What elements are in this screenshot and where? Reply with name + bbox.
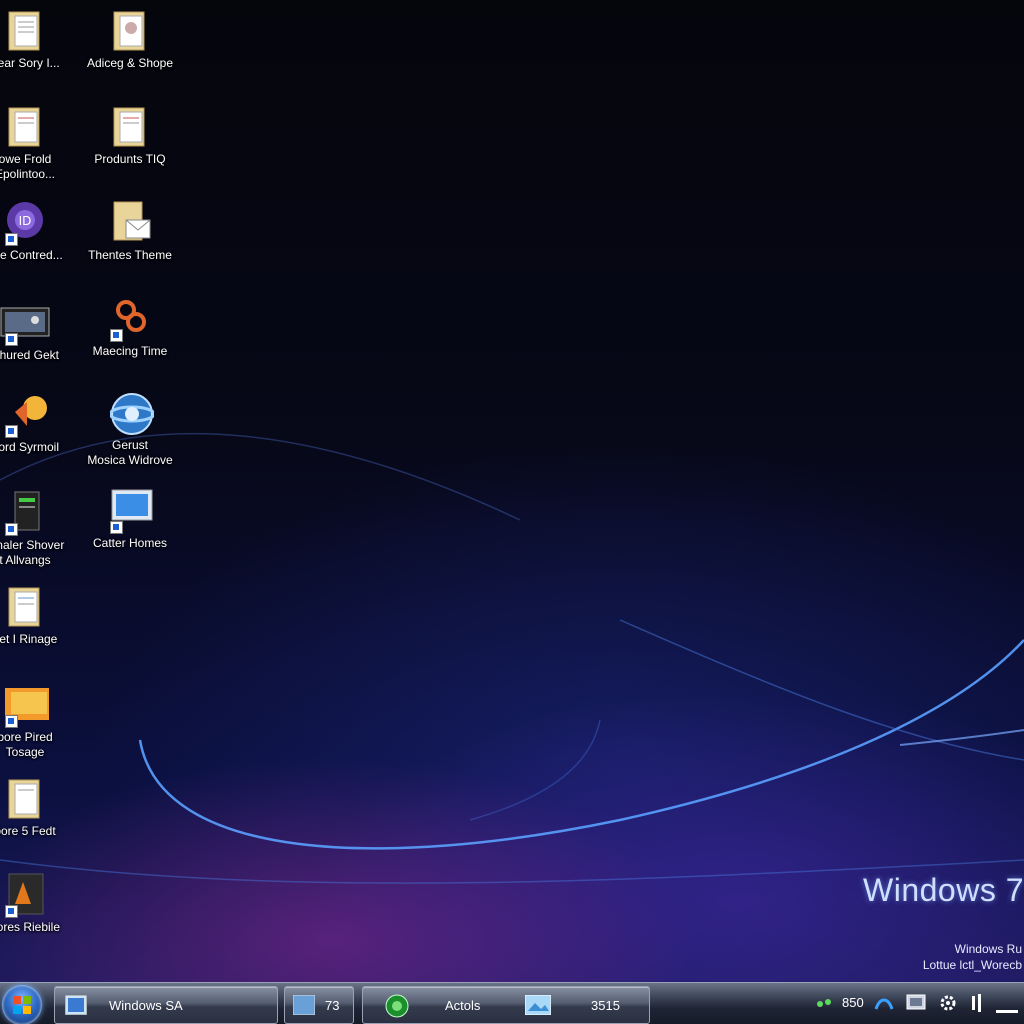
control-app-icon: ID <box>5 200 45 246</box>
desktop-icon-label: Fear Sory I... <box>0 56 60 70</box>
volume-icon[interactable] <box>968 993 988 1016</box>
folder-icon <box>5 776 45 820</box>
shortcut-arrow-icon <box>110 329 123 342</box>
desktop-icon-label: eve Contred... <box>0 248 63 262</box>
desktop-icon-12[interactable]: Catter Homes <box>85 488 175 551</box>
desktop-icon-label: Vord Syrmoil <box>0 440 60 454</box>
desktop-icon-label: owe Frold Epolintoo... <box>0 152 56 181</box>
taskbar-button-label: 73 <box>325 998 340 1013</box>
taskbar-button-73[interactable]: 73 <box>284 986 354 1024</box>
desktop-icon-10[interactable]: Gerust Mosica Widrove <box>85 390 175 468</box>
image-icon <box>524 994 552 1016</box>
desktop-icon-15[interactable]: oore 5 Fedt <box>0 776 70 839</box>
folder-mail-icon <box>110 200 151 244</box>
desktop-icon-label: Produnts TIQ <box>94 152 166 166</box>
desktop-icon-label: ichured Gekt <box>0 348 60 362</box>
display-icon[interactable] <box>874 993 894 1016</box>
show-desktop-icon[interactable] <box>996 1002 1018 1017</box>
media-app-icon <box>5 392 47 438</box>
desktop-icon-label: bore Pired Tosage <box>0 730 53 759</box>
taskbar-button-windows[interactable]: Windows SA <box>54 986 278 1024</box>
shortcut-arrow-icon <box>5 523 18 536</box>
folder-icon <box>5 8 45 52</box>
desktop-icon-2[interactable]: Adiceg & Shope <box>85 8 175 71</box>
windows-logo-icon <box>2 985 42 1024</box>
app-icon <box>64 994 88 1016</box>
start-button[interactable] <box>0 983 46 1024</box>
shortcut-arrow-icon <box>110 521 123 534</box>
taskbar-button-label: 3515 <box>591 998 620 1013</box>
desktop[interactable]: Fear Sory I... owe Frold Epolintoo... ID… <box>0 0 1024 982</box>
taskbar: Windows SA 73 Actols 3515 850 <box>0 982 1024 1024</box>
desktop-icon-14[interactable]: bore Pired Tosage <box>0 682 70 760</box>
desktop-icon-5[interactable]: ID eve Contred... <box>0 200 70 263</box>
taskbar-button-label: Actols <box>445 998 481 1013</box>
shortcut-arrow-icon <box>5 425 18 438</box>
picture-viewer-icon <box>0 300 50 346</box>
desktop-icon-9[interactable]: Vord Syrmoil <box>0 392 70 455</box>
device-icon <box>5 490 45 536</box>
shortcut-arrow-icon <box>5 233 18 246</box>
game-icon <box>5 872 45 918</box>
desktop-icon-8[interactable]: Maecing Time <box>85 296 175 359</box>
app-icon <box>292 994 316 1016</box>
folder-icon <box>5 104 45 148</box>
windows-brand-text: Windows 7 <box>863 872 1024 908</box>
shortcut-arrow-icon <box>5 333 18 346</box>
taskbar-button-group[interactable]: Actols 3515 <box>362 986 650 1024</box>
desktop-icon-4[interactable]: Produnts TIQ <box>85 104 175 167</box>
desktop-icon-label: oore 5 Fedt <box>0 824 56 838</box>
browser-icon <box>108 390 156 435</box>
desktop-icon-label: Catter Homes <box>92 536 168 550</box>
desktop-icon-label: Adiceg & Shope <box>86 56 174 70</box>
desktop-icon-11[interactable]: Sinaler Shover t Allvangs <box>0 490 70 568</box>
system-tray: 850 <box>804 983 1024 1024</box>
desktop-icon-label: Thentes Theme <box>88 248 172 262</box>
brand-subtext-line-1: Windows Ru <box>954 942 1022 956</box>
desktop-icon-label: bet I Rinage <box>0 632 58 646</box>
network-icon[interactable] <box>816 996 832 1013</box>
desktop-icon-6[interactable]: Thentes Theme <box>85 200 175 263</box>
monitor-tray-icon[interactable] <box>906 993 926 1016</box>
gear-icon[interactable] <box>938 993 958 1016</box>
link-icon <box>110 296 150 342</box>
taskbar-button-label: Windows SA <box>109 998 183 1013</box>
brand-subtext-line-2: Lottue lctl_Worecb <box>922 958 1022 972</box>
desktop-icon-label: oores Riebile <box>0 920 61 934</box>
desktop-icon-16[interactable]: oores Riebile <box>0 872 70 935</box>
folder-icon <box>5 682 49 728</box>
desktop-icon-label: Sinaler Shover t Allvangs <box>0 538 65 567</box>
folder-icon <box>110 104 150 148</box>
folder-icon <box>5 584 45 628</box>
tray-counter[interactable]: 850 <box>842 995 864 1010</box>
green-app-icon <box>385 994 409 1018</box>
desktop-icon-13[interactable]: bet I Rinage <box>0 584 70 647</box>
desktop-icon-3[interactable]: owe Frold Epolintoo... <box>0 104 70 182</box>
shortcut-arrow-icon <box>5 715 18 728</box>
svg-text:ID: ID <box>19 214 32 228</box>
shortcut-arrow-icon <box>5 905 18 918</box>
desktop-icon-label: Gerust Mosica Widrove <box>87 438 173 467</box>
desktop-icon-label: Maecing Time <box>92 344 168 358</box>
monitor-icon <box>110 488 153 534</box>
folder-icon <box>110 8 150 52</box>
desktop-icon-7[interactable]: ichured Gekt <box>0 300 70 363</box>
desktop-icon-1[interactable]: Fear Sory I... <box>0 8 70 71</box>
